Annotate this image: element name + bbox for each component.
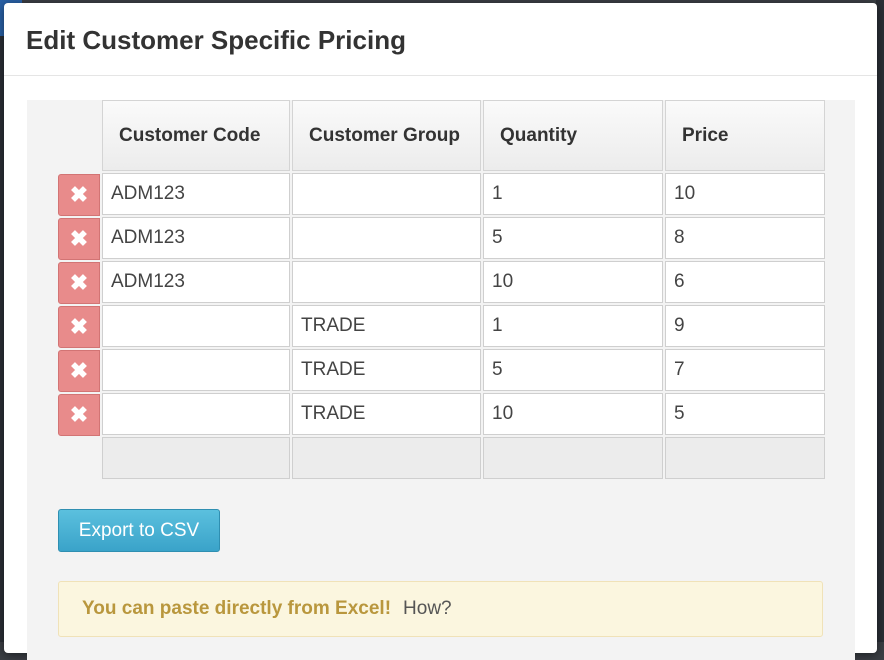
table-row: ADM123 5 8 [102, 217, 827, 261]
customer-group-cell[interactable] [292, 173, 481, 215]
new-customer-group-cell[interactable] [292, 437, 481, 479]
header-customer-code[interactable]: Customer Code [102, 100, 290, 171]
customer-code-cell[interactable]: ADM123 [102, 261, 290, 303]
customer-code-cell[interactable] [102, 349, 290, 391]
quantity-cell[interactable]: 10 [483, 261, 663, 303]
delete-row-button[interactable]: ✖ [58, 218, 100, 260]
customer-code-cell[interactable] [102, 393, 290, 435]
close-icon: ✖ [69, 314, 89, 339]
modal-title: Edit Customer Specific Pricing [26, 25, 406, 55]
price-cell[interactable]: 7 [665, 349, 825, 391]
table-row: TRADE 5 7 [102, 349, 827, 393]
delete-row-button[interactable]: ✖ [58, 394, 100, 436]
close-icon: ✖ [69, 182, 89, 207]
how-link[interactable]: How? [403, 598, 452, 620]
customer-code-cell[interactable] [102, 305, 290, 347]
price-cell[interactable]: 5 [665, 393, 825, 435]
price-cell[interactable]: 9 [665, 305, 825, 347]
price-cell[interactable]: 10 [665, 173, 825, 215]
customer-group-cell[interactable]: TRADE [292, 305, 481, 347]
price-cell[interactable]: 6 [665, 261, 825, 303]
modal-header: Edit Customer Specific Pricing [4, 3, 877, 76]
paste-excel-text: You can paste directly from Excel! [82, 598, 392, 619]
close-icon: ✖ [69, 358, 89, 383]
customer-code-cell[interactable]: ADM123 [102, 217, 290, 259]
modal-body: ✖ ✖ ✖ ✖ ✖ ✖ Customer Code Customer Group… [27, 100, 855, 660]
customer-group-cell[interactable] [292, 217, 481, 259]
delete-row-button[interactable]: ✖ [58, 350, 100, 392]
delete-row-button[interactable]: ✖ [58, 306, 100, 348]
table-row: ADM123 10 6 [102, 261, 827, 305]
header-price[interactable]: Price [665, 100, 825, 171]
new-customer-code-cell[interactable] [102, 437, 290, 479]
customer-code-cell[interactable]: ADM123 [102, 173, 290, 215]
close-icon: ✖ [69, 402, 89, 427]
blank-new-row [102, 437, 827, 481]
customer-group-cell[interactable]: TRADE [292, 393, 481, 435]
table-row: TRADE 1 9 [102, 305, 827, 349]
paste-excel-alert: You can paste directly from Excel! How? [58, 581, 823, 637]
close-icon: ✖ [69, 226, 89, 251]
grid-header-row: Customer Code Customer Group Quantity Pr… [102, 100, 827, 173]
delete-column: ✖ ✖ ✖ ✖ ✖ ✖ [58, 174, 102, 438]
delete-row-button[interactable]: ✖ [58, 262, 100, 304]
close-icon: ✖ [69, 270, 89, 295]
quantity-cell[interactable]: 1 [483, 305, 663, 347]
header-quantity[interactable]: Quantity [483, 100, 663, 171]
customer-group-cell[interactable] [292, 261, 481, 303]
table-row: TRADE 10 5 [102, 393, 827, 437]
quantity-cell[interactable]: 1 [483, 173, 663, 215]
export-csv-button[interactable]: Export to CSV [58, 509, 220, 552]
customer-group-cell[interactable]: TRADE [292, 349, 481, 391]
price-cell[interactable]: 8 [665, 217, 825, 259]
table-row: ADM123 1 10 [102, 173, 827, 217]
pricing-grid: Customer Code Customer Group Quantity Pr… [102, 100, 827, 481]
quantity-cell[interactable]: 10 [483, 393, 663, 435]
header-customer-group[interactable]: Customer Group [292, 100, 481, 171]
delete-row-button[interactable]: ✖ [58, 174, 100, 216]
edit-pricing-modal: Edit Customer Specific Pricing ✖ ✖ ✖ ✖ ✖… [4, 3, 877, 660]
new-quantity-cell[interactable] [483, 437, 663, 479]
quantity-cell[interactable]: 5 [483, 349, 663, 391]
quantity-cell[interactable]: 5 [483, 217, 663, 259]
page-backdrop-right [876, 0, 884, 642]
new-price-cell[interactable] [665, 437, 825, 479]
